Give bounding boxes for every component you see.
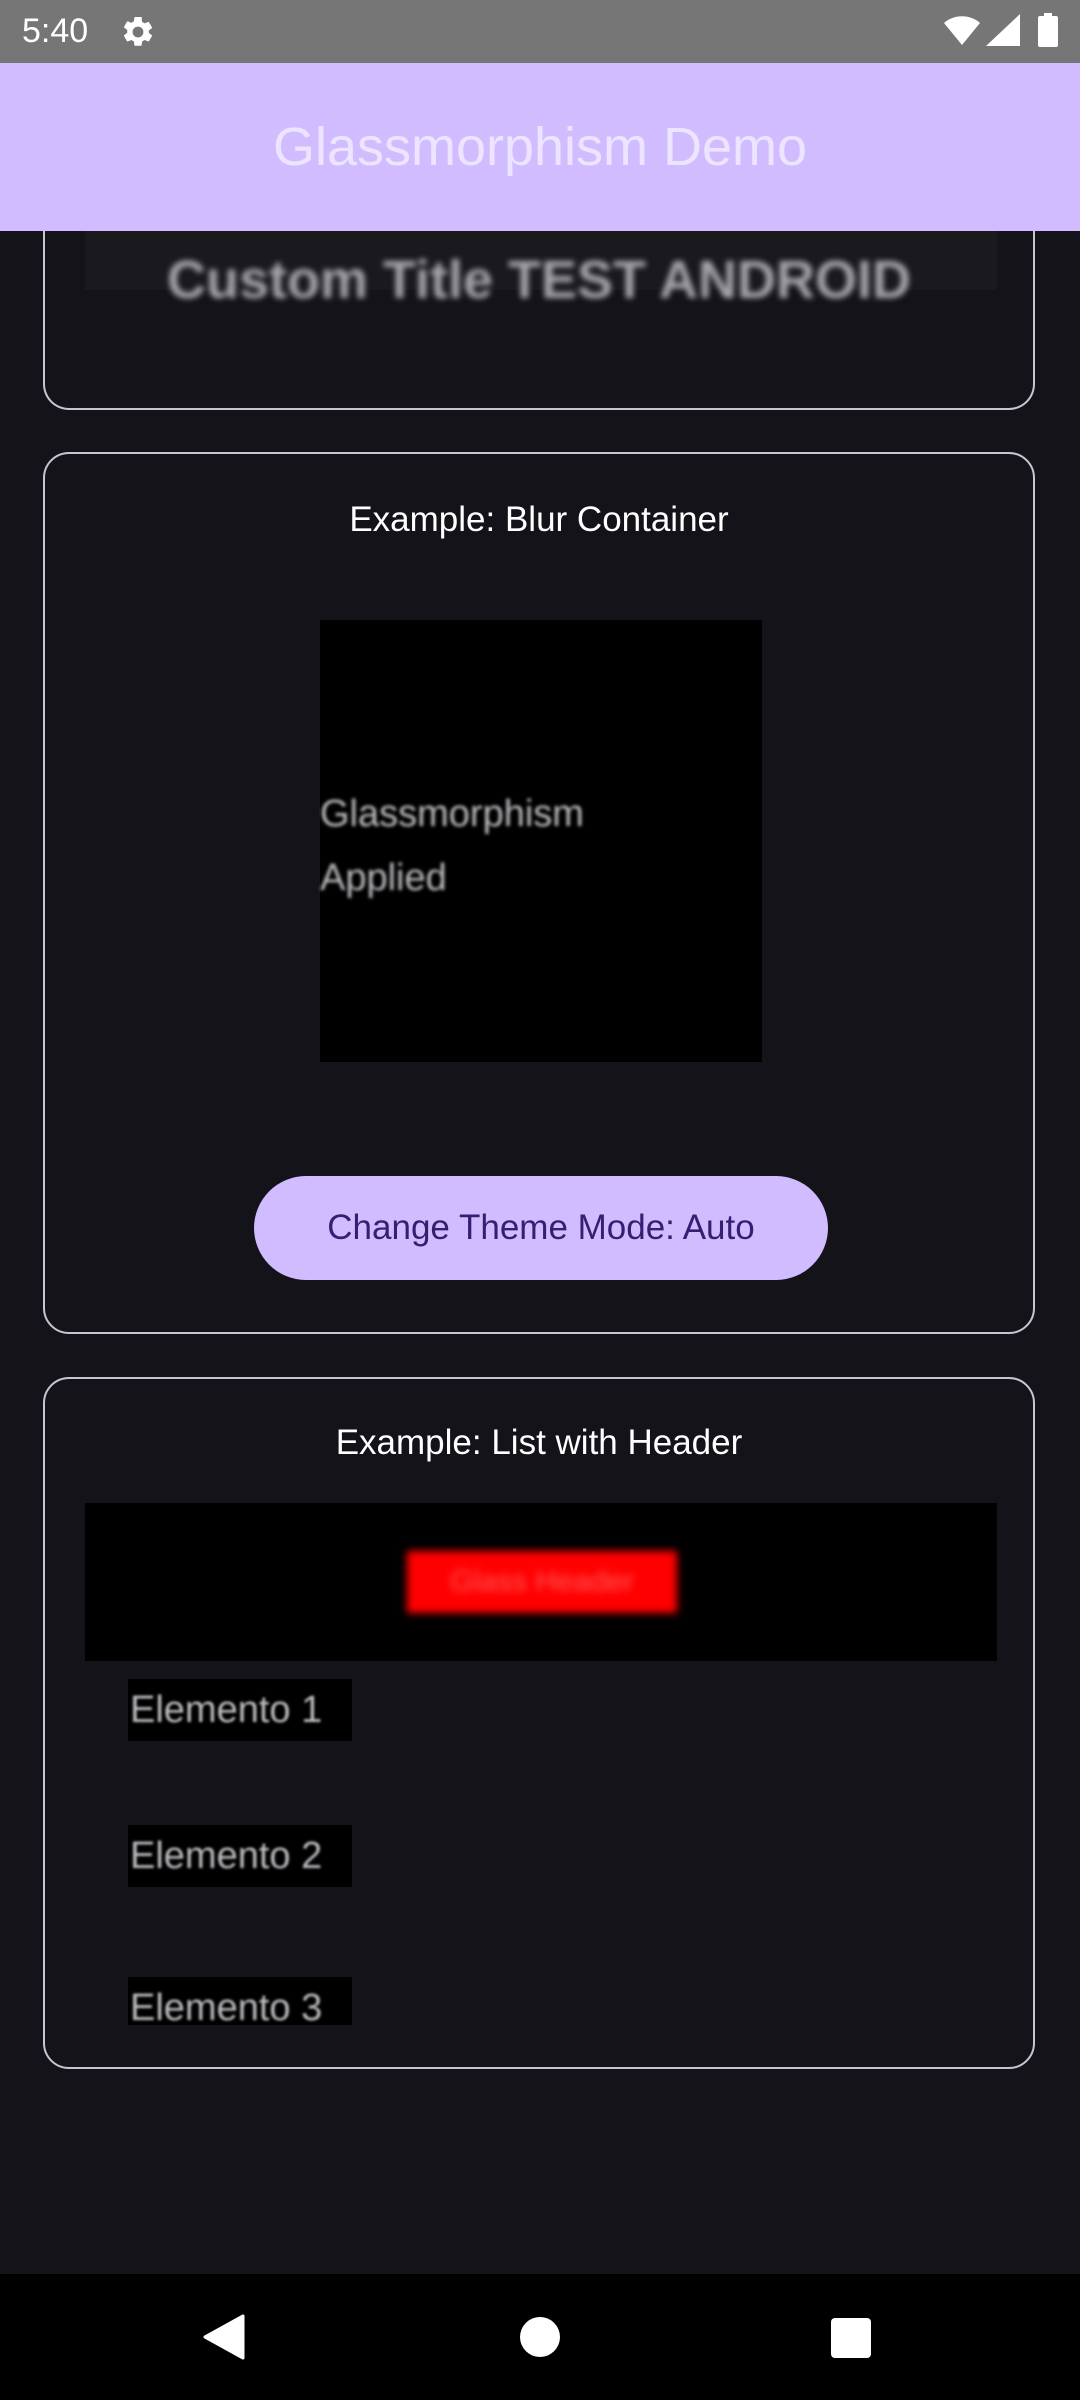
recents-icon[interactable] bbox=[831, 2318, 871, 2358]
app-title: Glassmorphism Demo bbox=[272, 117, 808, 177]
navigation-bar bbox=[0, 2274, 1080, 2400]
list-item-label: Elemento 2 bbox=[130, 1835, 323, 1877]
blur-container: Glassmorphism Applied bbox=[320, 620, 762, 1062]
custom-title-text: Custom Title TEST ANDROID bbox=[166, 250, 912, 310]
list-item[interactable]: Elemento 1 bbox=[128, 1679, 352, 1741]
battery-icon bbox=[1038, 13, 1058, 47]
list-item[interactable]: Elemento 2 bbox=[128, 1825, 352, 1887]
home-icon[interactable] bbox=[519, 2316, 561, 2358]
list-item-label: Elemento 1 bbox=[130, 1689, 323, 1731]
app-bar: Glassmorphism Demo bbox=[0, 63, 1080, 231]
cell-signal-icon bbox=[986, 14, 1020, 46]
change-theme-mode-button[interactable]: Change Theme Mode: Auto bbox=[254, 1176, 828, 1280]
status-time: 5:40 bbox=[22, 12, 89, 50]
wifi-icon bbox=[944, 16, 980, 45]
glass-list-header: Glass Header bbox=[85, 1503, 997, 1661]
list-card: Example: List with Header Glass Header E… bbox=[43, 1377, 1035, 2069]
list-item[interactable]: Elemento 3 bbox=[128, 1977, 352, 2025]
list-card-heading: Example: List with Header bbox=[335, 1423, 743, 1462]
blur-card-heading: Example: Blur Container bbox=[349, 500, 729, 539]
list-item-label: Elemento 3 bbox=[130, 1987, 323, 2025]
list-scroll-area[interactable]: Elemento 1 Elemento 2 Elemento 3 bbox=[45, 1679, 1033, 2025]
back-icon[interactable] bbox=[203, 2314, 245, 2360]
list-header-label: Glass Header bbox=[407, 1551, 677, 1613]
settings-gear-icon bbox=[123, 16, 153, 46]
blur-container-text: Glassmorphism Applied bbox=[320, 793, 584, 899]
blur-container-card: Example: Blur Container Glassmorphism Ap… bbox=[43, 452, 1035, 1334]
status-bar: 5:40 bbox=[0, 0, 1080, 63]
